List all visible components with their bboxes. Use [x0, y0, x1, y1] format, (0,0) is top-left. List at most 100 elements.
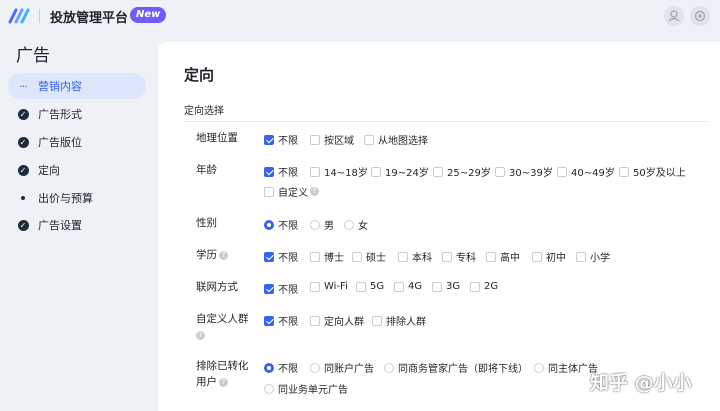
option-location-by-region[interactable]: 按区域: [310, 132, 354, 147]
radio[interactable]: [534, 362, 544, 373]
option-audience-excluded[interactable]: 排除人群: [372, 313, 426, 328]
sidebar-title: 广告: [16, 46, 50, 66]
checkbox[interactable]: [264, 166, 274, 177]
row-label-age: 年龄: [196, 164, 217, 176]
checkbox[interactable]: [371, 166, 381, 177]
user-icon[interactable]: [664, 6, 684, 26]
sidebar-item-bid-budget[interactable]: 出价与预算: [8, 185, 146, 211]
checkbox[interactable]: [310, 281, 320, 292]
option-edu-middle-school[interactable]: 初中: [532, 249, 566, 264]
help-icon[interactable]: ?: [310, 187, 319, 196]
checkbox[interactable]: [310, 166, 320, 177]
option-exclude-same-entity[interactable]: 同主体广告: [534, 360, 598, 375]
option-edu-college[interactable]: 专科: [442, 249, 476, 264]
check-circle-icon: ✓: [12, 108, 34, 120]
option-gender-female[interactable]: 女: [344, 217, 368, 232]
option-net-3g[interactable]: 3G: [432, 281, 460, 292]
option-label: 按区域: [324, 136, 354, 147]
option-age-custom[interactable]: 自定义?: [264, 184, 319, 199]
checkbox[interactable]: [264, 283, 274, 294]
option-age-unlimited[interactable]: 不限: [264, 164, 298, 179]
option-net-2g[interactable]: 2G: [470, 281, 498, 292]
app-logo-icon[interactable]: [8, 7, 32, 25]
option-edu-doctorate[interactable]: 博士: [310, 249, 344, 264]
checkbox[interactable]: [310, 251, 320, 262]
checkbox[interactable]: [264, 186, 274, 197]
checkbox[interactable]: [398, 251, 408, 262]
option-age-14-18[interactable]: 14~18岁: [310, 164, 368, 179]
sidebar-item-label: 广告设置: [38, 219, 82, 232]
radio[interactable]: [264, 362, 274, 373]
option-gender-unlimited[interactable]: 不限: [264, 217, 298, 232]
sidebar-item-ad-settings[interactable]: ✓ 广告设置: [8, 212, 146, 238]
checkbox[interactable]: [557, 166, 567, 177]
checkbox[interactable]: [432, 281, 442, 292]
option-age-30-39[interactable]: 30~39岁: [495, 164, 553, 179]
help-icon[interactable]: ?: [219, 377, 228, 387]
option-net-unlimited[interactable]: 不限: [264, 281, 298, 296]
checkbox[interactable]: [310, 315, 320, 326]
top-bar: 投放管理平台 New: [0, 0, 720, 32]
checkbox[interactable]: [532, 251, 542, 262]
option-age-40-49[interactable]: 40~49岁: [557, 164, 615, 179]
option-age-19-24[interactable]: 19~24岁: [371, 164, 429, 179]
help-icon[interactable]: ?: [196, 330, 205, 340]
option-label: 小学: [590, 253, 610, 264]
checkbox[interactable]: [442, 251, 452, 262]
option-edu-high-school[interactable]: 高中: [486, 249, 520, 264]
checkbox[interactable]: [264, 251, 274, 262]
checkbox[interactable]: [372, 315, 382, 326]
sidebar-item-ad-placement[interactable]: ✓ 广告版位: [8, 129, 146, 155]
option-label: 5G: [370, 281, 385, 292]
sidebar-item-marketing-content[interactable]: ··· 营销内容: [8, 73, 146, 99]
option-exclude-same-business-manager[interactable]: 同商务管家广告（即将下线）: [384, 360, 528, 375]
checkbox[interactable]: [264, 315, 274, 326]
option-location-unlimited[interactable]: 不限: [264, 132, 298, 147]
radio[interactable]: [264, 219, 274, 230]
option-label: 硕士: [366, 253, 386, 264]
radio[interactable]: [264, 383, 274, 394]
option-net-wifi[interactable]: Wi-Fi: [310, 281, 348, 292]
option-edu-primary[interactable]: 小学: [576, 249, 610, 264]
settings-icon[interactable]: [690, 6, 710, 26]
option-label: 初中: [546, 253, 566, 264]
option-age-25-29[interactable]: 25~29岁: [433, 164, 491, 179]
checkbox[interactable]: [576, 251, 586, 262]
option-label: 高中: [500, 253, 520, 264]
help-icon[interactable]: ?: [219, 250, 228, 260]
checkbox[interactable]: [619, 166, 629, 177]
option-edu-bachelor[interactable]: 本科: [398, 249, 432, 264]
option-exclude-unlimited[interactable]: 不限: [264, 360, 298, 375]
option-exclude-same-business-unit[interactable]: 同业务单元广告: [264, 381, 348, 396]
row-label-gender: 性别: [196, 217, 217, 229]
option-location-from-map[interactable]: 从地图选择: [364, 132, 428, 147]
option-edu-master[interactable]: 硕士: [352, 249, 386, 264]
option-label: 专科: [456, 253, 476, 264]
checkbox[interactable]: [394, 281, 404, 292]
option-edu-unlimited[interactable]: 不限: [264, 249, 298, 264]
option-age-50-plus[interactable]: 50岁及以上: [619, 164, 686, 179]
checkbox[interactable]: [352, 251, 362, 262]
row-label-text: 学历: [196, 249, 217, 261]
checkbox[interactable]: [486, 251, 496, 262]
checkbox[interactable]: [470, 281, 480, 292]
checkbox[interactable]: [364, 134, 374, 145]
checkbox[interactable]: [495, 166, 505, 177]
option-gender-male[interactable]: 男: [310, 217, 334, 232]
radio[interactable]: [344, 219, 354, 230]
radio[interactable]: [310, 362, 320, 373]
checkbox[interactable]: [433, 166, 443, 177]
radio[interactable]: [310, 219, 320, 230]
checkbox[interactable]: [356, 281, 366, 292]
option-audience-targeted[interactable]: 定向人群: [310, 313, 364, 328]
checkbox[interactable]: [264, 134, 274, 145]
option-audience-unlimited[interactable]: 不限: [264, 313, 298, 328]
sidebar-item-targeting[interactable]: ✓ 定向: [8, 157, 146, 183]
option-net-4g[interactable]: 4G: [394, 281, 422, 292]
option-net-5g[interactable]: 5G: [356, 281, 384, 292]
sidebar-item-label: 出价与预算: [38, 192, 93, 205]
radio[interactable]: [384, 362, 394, 373]
sidebar-item-ad-format[interactable]: ✓ 广告形式: [8, 101, 146, 127]
checkbox[interactable]: [310, 134, 320, 145]
option-exclude-same-account[interactable]: 同账户广告: [310, 360, 374, 375]
